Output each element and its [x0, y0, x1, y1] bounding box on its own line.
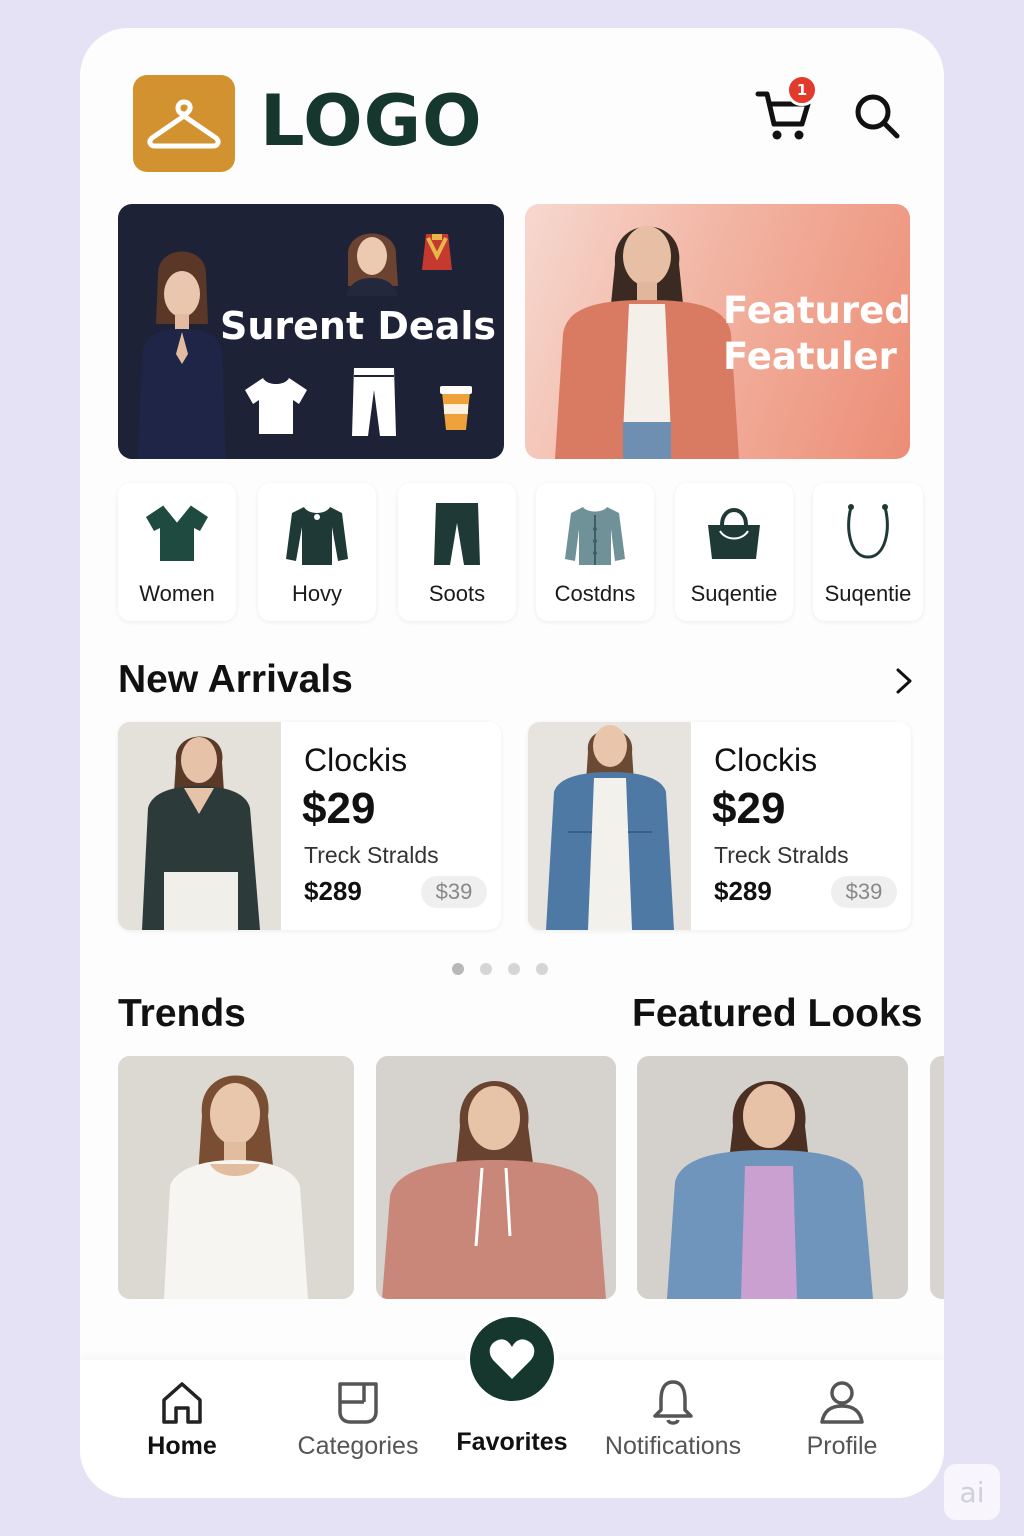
- product-price-tag: $39: [421, 876, 487, 908]
- product-secondary-price: $289: [714, 876, 772, 906]
- featured-model-image: [555, 226, 739, 459]
- tshirt-icon: [245, 378, 307, 434]
- deals-title: Surent Deals: [220, 304, 496, 348]
- category-suqentie[interactable]: Suqentie: [675, 483, 793, 621]
- product-image: [528, 722, 691, 930]
- product-brand: Treck Stralds: [304, 842, 439, 868]
- carousel-dot[interactable]: [536, 963, 548, 975]
- cart-count-badge: 1: [786, 74, 818, 106]
- category-label: Soots: [428, 581, 486, 606]
- carousel-dot[interactable]: [508, 963, 520, 975]
- product-name: Clockis: [304, 742, 408, 778]
- profile-icon: [820, 1381, 864, 1424]
- nav-categories[interactable]: Categories: [280, 1360, 436, 1461]
- featured-title: Featured Featuler: [723, 288, 910, 380]
- category-label: Hovy: [291, 581, 343, 606]
- category-women[interactable]: Women: [118, 483, 236, 621]
- product-secondary-price: $289: [304, 876, 362, 906]
- category-suqentie-2[interactable]: Suqentie: [813, 483, 923, 621]
- product-card[interactable]: Clockis $29 Treck Stralds $289 $39: [528, 722, 911, 930]
- nav-home-label: Home: [147, 1432, 217, 1460]
- product-image: [118, 722, 281, 930]
- cart-button[interactable]: 1: [754, 74, 818, 146]
- product-price: $29: [302, 784, 376, 833]
- nav-favorites[interactable]: Favorites: [446, 1422, 578, 1457]
- home-icon: [162, 1382, 202, 1424]
- nav-profile[interactable]: Profile: [792, 1360, 892, 1461]
- longsleeve-icon: [286, 507, 348, 565]
- handbag-icon: [708, 508, 760, 559]
- look-image: [637, 1056, 908, 1299]
- product-price-tag: $39: [831, 876, 897, 908]
- pants-icon: [352, 368, 396, 436]
- bell-icon: [653, 1380, 693, 1425]
- nav-home[interactable]: Home: [132, 1360, 232, 1461]
- deals-banner[interactable]: Surent Deals: [118, 204, 504, 459]
- app-screen: LOGO 1 Surent Deals Featured Featuler Wo…: [80, 28, 944, 1498]
- category-soots[interactable]: Soots: [398, 483, 516, 621]
- logo-badge[interactable]: [133, 75, 235, 172]
- nav-profile-label: Profile: [806, 1432, 878, 1460]
- product-name: Clockis: [714, 742, 818, 778]
- ai-watermark: ai: [944, 1464, 1000, 1520]
- search-icon: [855, 94, 900, 139]
- look-image: [118, 1056, 354, 1299]
- category-label: Costdns: [554, 581, 636, 606]
- look-card[interactable]: [118, 1056, 354, 1299]
- coffee-cup-icon: [440, 386, 472, 430]
- categories-icon: [338, 1382, 378, 1424]
- hanger-icon: [147, 99, 221, 148]
- category-hovy[interactable]: Hovy: [258, 483, 376, 621]
- necklace-icon: [847, 504, 889, 559]
- nav-favorites-label: Favorites: [456, 1428, 568, 1456]
- carousel-dot[interactable]: [480, 963, 492, 975]
- chevron-right-icon[interactable]: [888, 664, 918, 698]
- category-costdns[interactable]: Costdns: [536, 483, 654, 621]
- favorites-fab-button[interactable]: [466, 1313, 558, 1405]
- logo-text: LOGO: [260, 80, 483, 162]
- nav-notifications-label: Notifications: [604, 1432, 742, 1460]
- tshirt-icon: [146, 504, 208, 561]
- sweater-icon: [422, 234, 452, 270]
- featured-title-line2: Featuler: [723, 335, 897, 378]
- look-image: [376, 1056, 616, 1299]
- new-arrivals-title: New Arrivals: [118, 658, 353, 701]
- trends-title: Trends: [118, 992, 246, 1035]
- category-label: Women: [139, 581, 215, 606]
- product-brand: Treck Stralds: [714, 842, 849, 868]
- look-card-partial[interactable]: [930, 1056, 944, 1299]
- nav-notifications[interactable]: Notifications: [596, 1360, 750, 1461]
- category-label: Suqentie: [824, 581, 912, 606]
- product-price: $29: [712, 784, 786, 833]
- heart-icon: [489, 1339, 535, 1379]
- carousel-dot[interactable]: [452, 963, 464, 975]
- search-button[interactable]: [852, 91, 902, 141]
- nav-categories-label: Categories: [297, 1432, 419, 1460]
- category-label: Suqentie: [690, 581, 778, 606]
- look-card[interactable]: [637, 1056, 908, 1299]
- look-card[interactable]: [376, 1056, 616, 1299]
- pants-icon: [434, 503, 480, 565]
- product-card[interactable]: Clockis $29 Treck Stralds $289 $39: [118, 722, 501, 930]
- featured-banner[interactable]: Featured Featuler: [525, 204, 910, 459]
- jacket-icon: [565, 507, 625, 565]
- featured-title-line1: Featured: [723, 289, 910, 332]
- deals-model2-image: [346, 233, 398, 296]
- carousel-dots: [452, 963, 548, 975]
- featured-looks-title: Featured Looks: [632, 992, 923, 1035]
